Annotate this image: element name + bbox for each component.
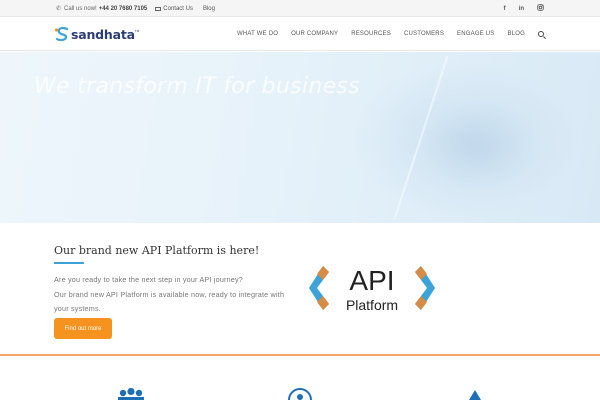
globe-icon [288,388,312,400]
hero-banner: We transform IT for business [0,52,600,223]
diamond-icon [469,390,481,400]
nav-customers[interactable]: CUSTOMERS [404,31,444,37]
api-description-line: Our brand new API Platform is available … [54,289,285,299]
api-description-line: your systems. [54,304,101,313]
api-logo-subword: Platform [346,297,398,313]
find-out-more-button[interactable]: Find out more [54,318,112,339]
nav-engage-us[interactable]: ENGAGE US [457,31,494,37]
api-logo-word: API [349,265,394,296]
logo-mark-icon [54,26,69,42]
social-links: f in [491,0,544,17]
api-description-line: Are you ready to take the next step in y… [54,275,243,284]
logo-text: sandhata [71,26,135,42]
search-icon[interactable] [538,31,544,37]
phone-icon: ✆ [56,6,62,12]
call-label: Call us now! [64,5,97,12]
top-bar: ✆ Call us now! +44 20 7680 7105 Contact … [0,0,600,17]
sandhata-logo[interactable]: sandhata TM [54,25,139,43]
api-platform-logo: API Platform [309,265,435,313]
mail-icon [155,6,162,11]
main-nav: WHAT WE DO OUR COMPANY RESOURCES CUSTOME… [224,17,544,51]
api-description: Are you ready to take the next step in y… [54,273,314,317]
contact-info: ✆ Call us now! +44 20 7680 7105 Contact … [56,0,215,17]
hero-background-highlight [420,102,540,192]
title-underline [54,262,84,264]
instagram-icon[interactable] [537,4,544,13]
phone-number[interactable]: +44 20 7680 7105 [99,6,148,12]
blog-link[interactable]: Blog [203,6,215,12]
team-icon [118,388,144,400]
logo-trademark: TM [134,29,140,33]
section-divider [0,354,600,356]
site-header: sandhata TM WHAT WE DO OUR COMPANY RESOU… [0,17,600,51]
facebook-icon[interactable]: f [504,6,506,12]
nav-blog[interactable]: BLOG [508,31,525,37]
nav-what-we-do[interactable]: WHAT WE DO [237,31,278,37]
api-section-title: Our brand new API Platform is here! [54,244,260,257]
linkedin-icon[interactable]: in [519,6,524,12]
hero-title: We transform IT for business [34,74,360,99]
nav-our-company[interactable]: OUR COMPANY [291,31,338,37]
nav-resources[interactable]: RESOURCES [351,31,391,37]
contact-us-link[interactable]: Contact Us [163,6,193,12]
